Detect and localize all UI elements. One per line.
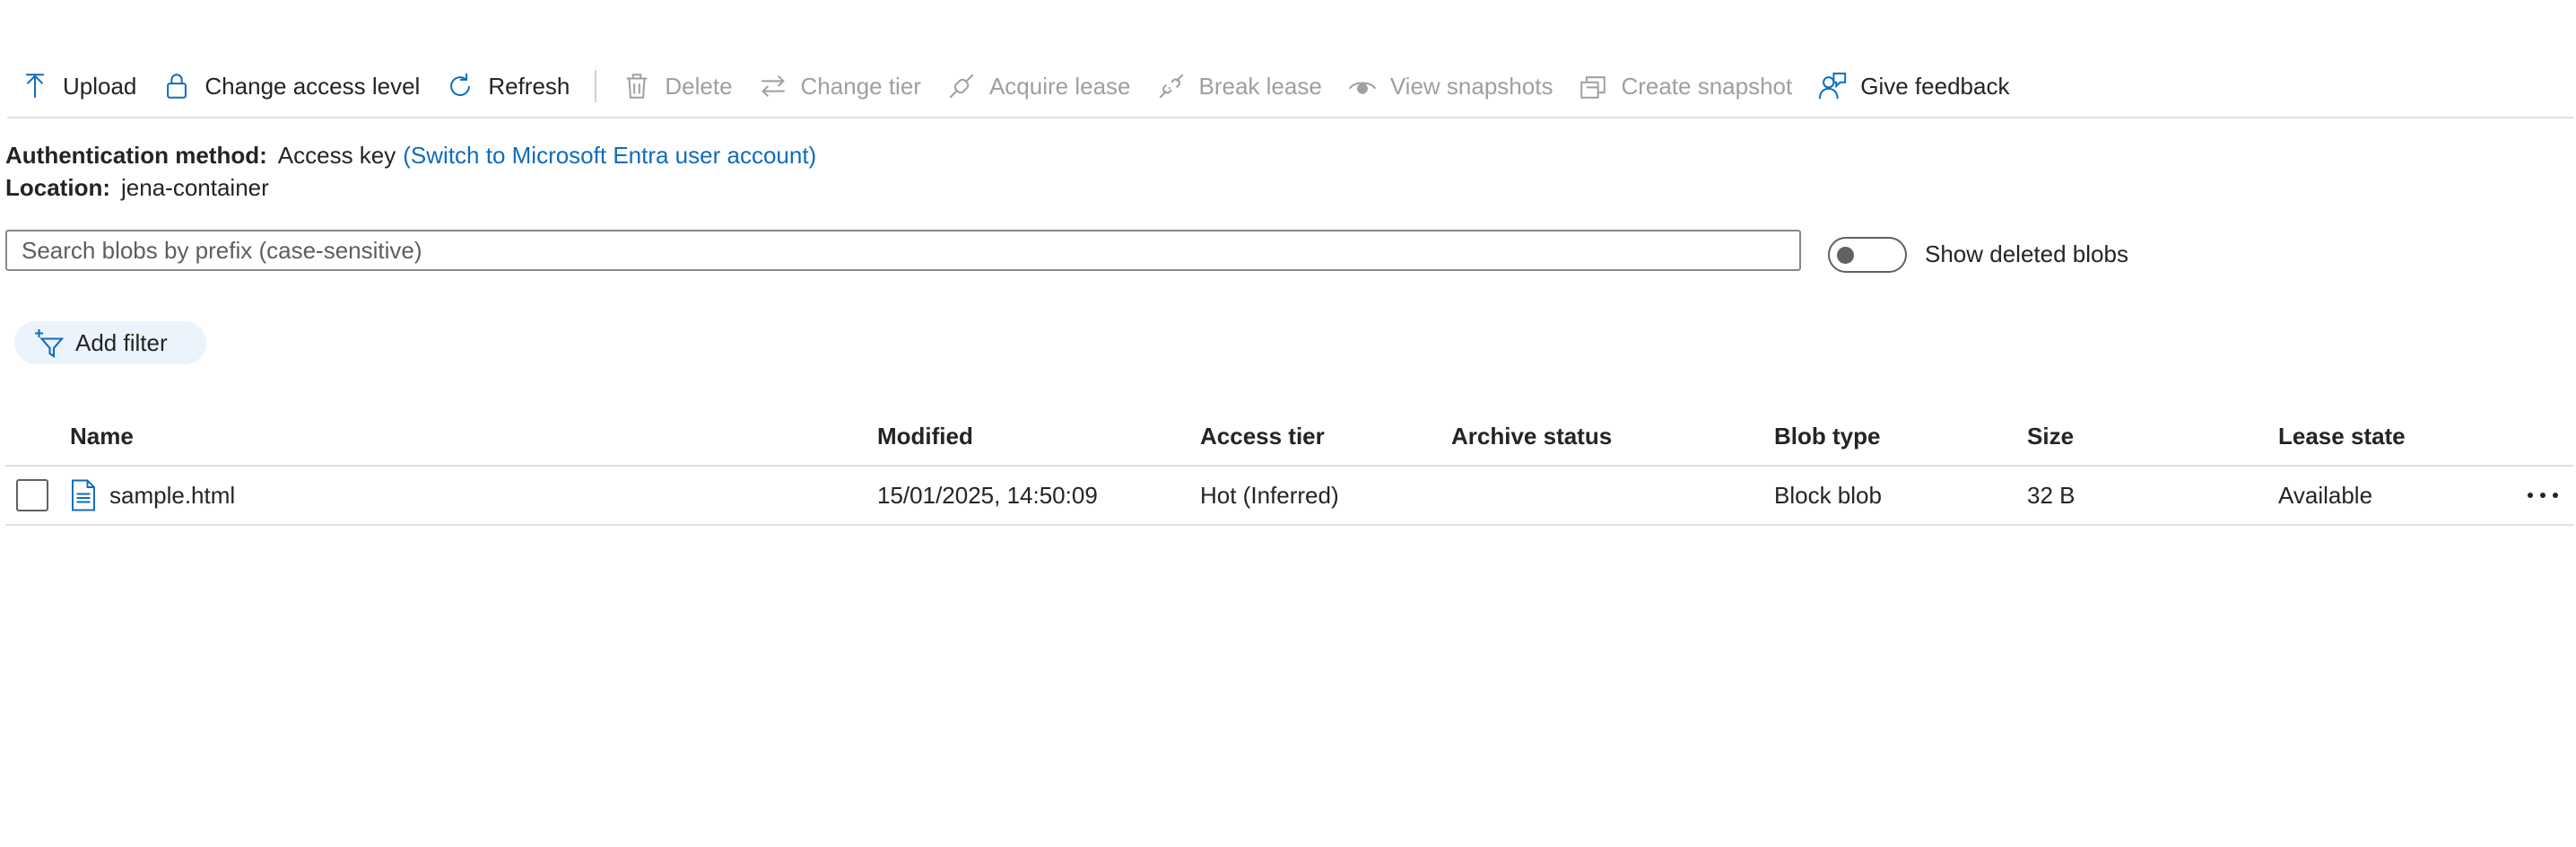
delete-button[interactable]: Delete <box>609 61 744 111</box>
broken-link-icon <box>1156 71 1187 101</box>
column-header-access-tier[interactable]: Access tier <box>1200 407 1325 465</box>
filter-add-icon <box>32 327 65 359</box>
row-select-cell <box>16 467 48 524</box>
refresh-icon <box>445 71 475 101</box>
more-icon <box>2528 493 2558 498</box>
row-actions-cell <box>2524 467 2562 524</box>
show-deleted-label: Show deleted blobs <box>1925 240 2128 267</box>
location: Location: jena-container <box>5 174 269 202</box>
upload-icon <box>20 71 50 101</box>
trash-icon <box>622 71 652 101</box>
search-input[interactable] <box>5 230 1801 271</box>
refresh-button[interactable]: Refresh <box>432 61 582 111</box>
column-header-lease-state[interactable]: Lease state <box>2278 407 2406 465</box>
lease-state-cell: Available <box>2278 481 2373 509</box>
more-actions-button[interactable] <box>2524 479 2562 511</box>
auth-value: Access key <box>277 142 396 169</box>
swap-arrows-icon <box>758 71 788 101</box>
upload-label: Upload <box>63 72 137 100</box>
column-header-archive-status[interactable]: Archive status <box>1451 407 1612 465</box>
change-tier-label: Change tier <box>800 72 921 100</box>
blob-name-link[interactable]: sample.html <box>109 482 235 510</box>
table-header: Name Modified Access tier Archive status… <box>5 407 2574 467</box>
acquire-lease-button[interactable]: Acquire lease <box>934 61 1144 111</box>
modified-cell: 15/01/2025, 14:50:09 <box>877 481 1098 509</box>
table-row[interactable]: sample.html 15/01/2025, 14:50:09 Hot (In… <box>5 467 2574 526</box>
file-icon <box>70 479 97 511</box>
column-header-name[interactable]: Name <box>70 407 134 465</box>
location-value: jena-container <box>121 174 269 201</box>
access-tier-cell: Hot (Inferred) <box>1200 481 1339 509</box>
break-lease-button[interactable]: Break lease <box>1144 61 1335 111</box>
column-header-size[interactable]: Size <box>2027 407 2074 465</box>
link-icon <box>946 71 977 101</box>
give-feedback-button[interactable]: Give feedback <box>1805 61 2022 111</box>
toolbar-divider <box>595 70 597 102</box>
change-access-level-button[interactable]: Change access level <box>149 61 432 111</box>
eye-icon <box>1347 71 1378 101</box>
column-header-blob-type[interactable]: Blob type <box>1774 407 1880 465</box>
view-snapshots-label: View snapshots <box>1389 72 1553 100</box>
refresh-label: Refresh <box>488 72 570 100</box>
toggle-knob <box>1837 247 1854 264</box>
blob-table: Name Modified Access tier Archive status… <box>5 407 2574 526</box>
auth-label: Authentication method: <box>5 142 267 169</box>
upload-button[interactable]: Upload <box>7 61 149 111</box>
view-snapshots-button[interactable]: View snapshots <box>1335 61 1566 111</box>
lock-icon <box>161 71 192 101</box>
location-label: Location: <box>5 174 110 201</box>
blob-type-cell: Block blob <box>1774 481 1882 509</box>
change-access-level-label: Change access level <box>205 72 421 100</box>
give-feedback-label: Give feedback <box>1860 72 2010 100</box>
switch-auth-link[interactable]: (Switch to Microsoft Entra user account) <box>403 142 816 169</box>
show-deleted-toggle[interactable] <box>1828 237 1907 273</box>
break-lease-label: Break lease <box>1198 72 1322 100</box>
column-header-modified[interactable]: Modified <box>877 407 973 465</box>
create-snapshot-label: Create snapshot <box>1621 72 1793 100</box>
delete-label: Delete <box>665 72 733 100</box>
snapshot-icon <box>1578 71 1608 101</box>
command-bar: Upload Change access level Refresh Delet… <box>7 56 2574 118</box>
acquire-lease-label: Acquire lease <box>988 72 1131 100</box>
size-cell: 32 B <box>2027 481 2076 509</box>
add-filter-label: Add filter <box>75 328 168 356</box>
change-tier-button[interactable]: Change tier <box>745 61 934 111</box>
name-cell: sample.html <box>70 467 235 524</box>
feedback-icon <box>1817 71 1848 101</box>
row-checkbox[interactable] <box>16 479 48 511</box>
add-filter-button[interactable]: Add filter <box>14 321 206 364</box>
authentication-method: Authentication method: Access key (Switch … <box>5 142 816 170</box>
create-snapshot-button[interactable]: Create snapshot <box>1565 61 1805 111</box>
